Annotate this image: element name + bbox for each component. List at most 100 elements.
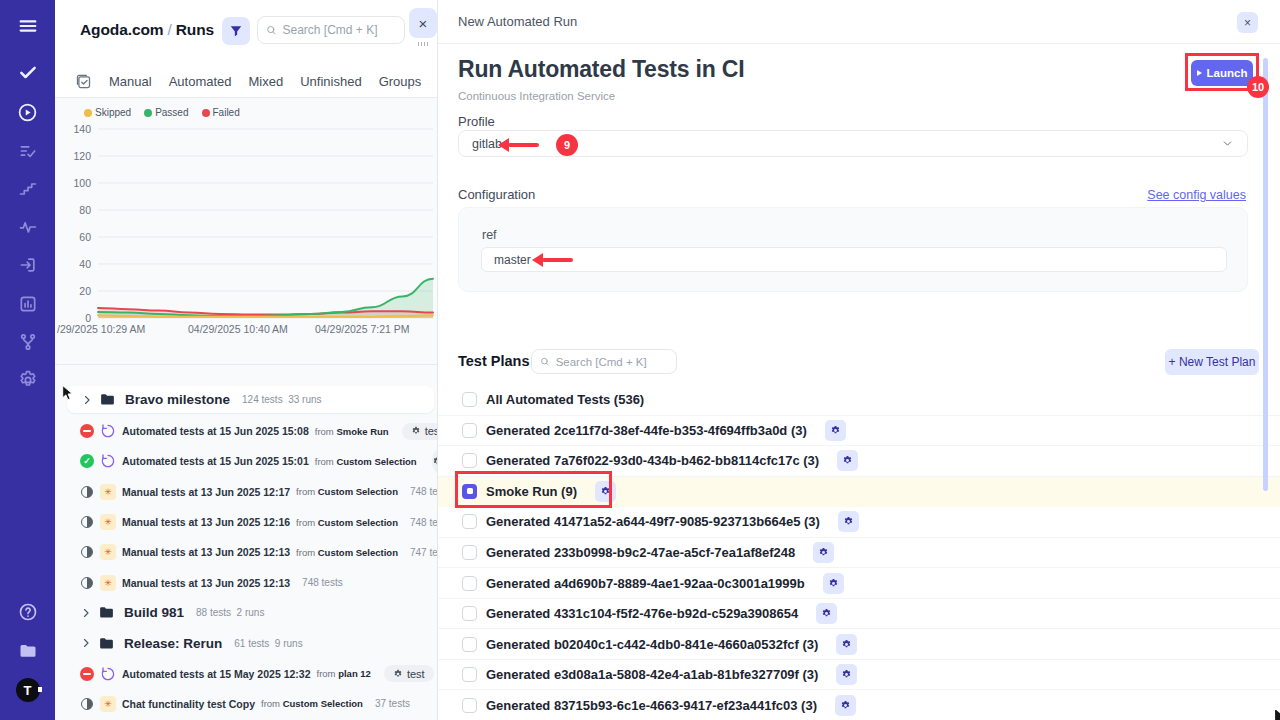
run-row[interactable]: Automated tests at 15 May 2025 12:32from…	[55, 658, 437, 688]
run-row[interactable]: ✳Manual tests at 13 Jun 2025 12:13748 te…	[55, 567, 437, 597]
plan-checkbox[interactable]	[462, 606, 477, 621]
run-source[interactable]: Custom Selection	[336, 456, 416, 467]
filter-button[interactable]	[222, 17, 250, 45]
svg-text:100: 100	[73, 177, 91, 189]
runs-search-input[interactable]	[282, 23, 396, 37]
sidebar-tests-icon[interactable]	[0, 60, 55, 84]
run-folder-row[interactable]: Build 98188 tests 2 runs	[55, 598, 437, 628]
status-partial-icon	[81, 698, 93, 710]
run-row[interactable]: ✳Manual tests at 13 Jun 2025 12:17from C…	[55, 477, 437, 507]
sidebar-menu-icon[interactable]	[0, 14, 55, 38]
plan-checkbox[interactable]	[462, 514, 477, 529]
sidebar-pull-requests-icon[interactable]	[0, 253, 55, 277]
run-source[interactable]: Custom Selection	[318, 486, 398, 497]
run-title[interactable]: Manual tests at 13 Jun 2025 12:13	[122, 546, 290, 558]
run-title[interactable]: Automated tests at 15 Jun 2025 15:01	[122, 455, 309, 467]
runs-board-icon[interactable]	[75, 73, 92, 90]
plan-gear-button[interactable]	[823, 573, 844, 594]
plan-checkbox[interactable]	[462, 423, 477, 438]
sidebar-settings-icon[interactable]	[0, 368, 55, 392]
plan-gear-button[interactable]	[816, 603, 837, 624]
plan-gear-button[interactable]	[836, 664, 857, 685]
plan-checkbox[interactable]	[462, 392, 477, 407]
plan-checkbox[interactable]	[462, 545, 477, 560]
run-row[interactable]: ✳Manual tests at 13 Jun 2025 12:16from C…	[55, 507, 437, 537]
test-plan-row[interactable]: Generated b02040c1-c442-4db0-841e-4660a0…	[438, 629, 1280, 660]
sidebar-help-icon[interactable]	[0, 600, 55, 624]
svg-text:20: 20	[79, 285, 91, 297]
run-source[interactable]: Custom Selection	[318, 517, 398, 528]
svg-text:120: 120	[73, 150, 91, 162]
plan-label: Generated e3d08a1a-5808-42e4-a1ab-81bfe3…	[486, 667, 818, 682]
sidebar-branches-icon[interactable]	[0, 330, 55, 354]
runs-search[interactable]	[257, 16, 405, 44]
test-plan-row[interactable]: Generated 4331c104-f5f2-476e-b92d-c529a3…	[438, 599, 1280, 630]
plan-label: Generated a4d690b7-8889-4ae1-92aa-0c3001…	[486, 576, 805, 591]
runs-panel-close-button[interactable]: ×	[409, 8, 437, 38]
plan-checkbox[interactable]	[462, 637, 477, 652]
run-row[interactable]: ✳Chat functinality test Copyfrom Custom …	[55, 689, 437, 719]
run-row[interactable]: Automated tests at 15 Jun 2025 15:08from…	[55, 416, 437, 446]
run-plan-pill[interactable]: test	[402, 423, 437, 440]
tab-unfinished[interactable]: Unfinished	[300, 74, 361, 89]
run-row[interactable]: ✓Automated tests at 15 Jun 2025 15:01fro…	[55, 446, 437, 476]
run-source[interactable]: Custom Selection	[318, 547, 398, 558]
plan-checkbox[interactable]	[462, 667, 477, 682]
plan-gear-button[interactable]	[813, 542, 834, 563]
sidebar-test-plans-icon[interactable]	[0, 139, 55, 163]
run-title[interactable]: Automated tests at 15 May 2025 12:32	[122, 668, 311, 680]
app-root: T Agoda.com/Runs × ManualAutomatedMixedU…	[0, 0, 1280, 720]
dock-hint-icon	[418, 42, 429, 46]
sidebar-reports-icon[interactable]	[0, 292, 55, 316]
test-plan-row[interactable]: Generated 2ce11f7d-38ef-44fe-b353-4f694f…	[438, 416, 1280, 447]
scrollbar-thumb[interactable]	[1263, 58, 1268, 491]
status-partial-icon	[81, 577, 93, 589]
new-run-close-button[interactable]: ×	[1237, 12, 1258, 33]
run-plan-pill[interactable]: test	[384, 665, 434, 682]
chevron-right-icon[interactable]	[80, 637, 92, 649]
plan-checkbox[interactable]	[462, 576, 477, 591]
test-plan-row[interactable]: Generated 233b0998-b9c2-47ae-a5cf-7ea1af…	[438, 538, 1280, 569]
manual-run-icon: ✳	[100, 575, 116, 591]
plan-gear-button[interactable]	[838, 511, 859, 532]
chevron-right-icon[interactable]	[80, 607, 92, 619]
run-title[interactable]: Automated tests at 15 Jun 2025 15:08	[122, 425, 309, 437]
plan-gear-button[interactable]	[837, 450, 858, 471]
test-plan-row[interactable]: Generated 83715b93-6c1e-4663-9417-ef23a4…	[438, 690, 1280, 720]
test-plan-row[interactable]: Generated e3d08a1a-5808-42e4-a1ab-81bfe3…	[438, 660, 1280, 691]
plan-gear-button[interactable]	[825, 420, 846, 441]
run-folder-row[interactable]: Release: Rerun61 tests 9 runs	[55, 628, 437, 658]
run-row[interactable]: ✳Manual tests at 13 Jun 2025 12:13from C…	[55, 537, 437, 567]
plan-gear-button[interactable]	[835, 695, 856, 716]
run-title[interactable]: Manual tests at 13 Jun 2025 12:13	[122, 577, 290, 589]
run-source[interactable]: plan 12	[338, 668, 371, 679]
tab-manual[interactable]: Manual	[109, 74, 152, 89]
ref-input[interactable]	[481, 247, 1227, 272]
run-title[interactable]: Chat functinality test Copy	[122, 698, 255, 710]
test-plan-row[interactable]: Generated a4d690b7-8889-4ae1-92aa-0c3001…	[438, 568, 1280, 599]
test-plans-search[interactable]	[531, 349, 677, 374]
run-source[interactable]: Smoke Run	[336, 426, 388, 437]
sidebar-runs-icon[interactable]	[0, 100, 55, 124]
chevron-right-icon[interactable]	[81, 394, 93, 406]
run-title[interactable]: Manual tests at 13 Jun 2025 12:17	[122, 486, 290, 498]
plan-checkbox[interactable]	[462, 453, 477, 468]
plan-checkbox[interactable]	[462, 698, 477, 713]
run-title[interactable]: Manual tests at 13 Jun 2025 12:16	[122, 516, 290, 528]
new-test-plan-button[interactable]: + New Test Plan	[1165, 349, 1259, 375]
plan-gear-button[interactable]	[836, 634, 857, 655]
sidebar-analytics-icon[interactable]	[0, 215, 55, 239]
tab-automated[interactable]: Automated	[169, 74, 232, 89]
see-config-values-link[interactable]: See config values	[1147, 188, 1246, 202]
tab-mixed[interactable]: Mixed	[249, 74, 284, 89]
run-folder-row[interactable]: Bravo milestone124 tests 33 runs	[67, 386, 434, 413]
sidebar-milestones-icon[interactable]	[0, 177, 55, 201]
sidebar-logo[interactable]: T	[0, 678, 55, 702]
test-plan-row[interactable]: All Automated Tests (536)	[438, 385, 1280, 416]
test-plan-row[interactable]: Generated 41471a52-a644-49f7-9085-923713…	[438, 507, 1280, 538]
run-source[interactable]: Custom Selection	[283, 698, 363, 709]
tab-groups[interactable]: Groups	[379, 74, 422, 89]
test-plans-search-input[interactable]	[556, 356, 668, 368]
sidebar-projects-icon[interactable]	[0, 639, 55, 663]
breadcrumb-project[interactable]: Agoda.com	[80, 21, 164, 38]
